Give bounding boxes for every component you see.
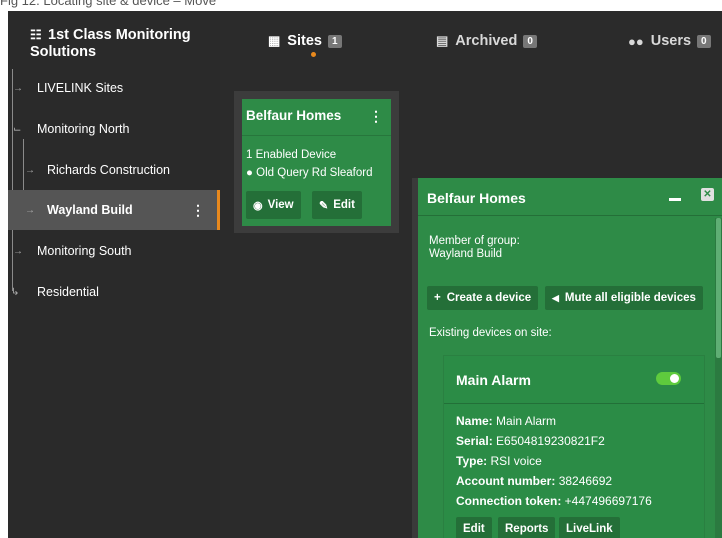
device-field-account: Account number: 38246692: [456, 474, 613, 488]
building-icon: ▦: [268, 33, 281, 48]
device-header: Main Alarm: [444, 356, 704, 404]
toggle-knob: [670, 374, 679, 383]
users-icon: ●●: [628, 33, 644, 49]
sidebar-item-monitoring-south[interactable]: → Monitoring South: [8, 231, 220, 271]
edit-icon: ✎: [319, 199, 329, 212]
kebab-menu-icon[interactable]: ⋮: [191, 202, 205, 219]
mute-icon: ◀: [552, 292, 559, 303]
tab-label: Archived: [455, 33, 518, 49]
app-window: ☷ 1st Class Monitoring Solutions → LIVELI…: [8, 11, 722, 538]
device-enabled-toggle[interactable]: [656, 372, 681, 385]
active-tab-indicator: [311, 52, 316, 57]
edit-button[interactable]: ✎ Edit: [312, 191, 362, 219]
device-reports-button[interactable]: Reports: [498, 517, 556, 538]
device-field-serial: Serial: E6504819230821F2: [456, 434, 605, 448]
sidebar-item-wayland-build[interactable]: → Wayland Build ⋮: [8, 190, 220, 230]
org-title: ☷ 1st Class Monitoring Solutions: [30, 26, 216, 61]
site-address: ● Old Query Rd Sleaford: [246, 167, 373, 179]
mute-all-button[interactable]: ◀ Mute all eligible devices: [545, 286, 703, 310]
kebab-menu-icon[interactable]: ⋮: [369, 108, 383, 125]
sidebar-item-monitoring-north[interactable]: ⌙ Monitoring North: [8, 109, 220, 149]
device-field-name: Name: Main Alarm: [456, 414, 557, 428]
site-card-body[interactable]: Belfaur Homes ⋮ 1 Enabled Device ● Old Q…: [242, 99, 391, 226]
device-count: 1 Enabled Device: [246, 149, 337, 161]
site-card: Belfaur Homes ⋮ 1 Enabled Device ● Old Q…: [234, 91, 399, 233]
tree-branch-icon: ⌙: [13, 123, 22, 135]
tab-users[interactable]: ●● Users 0: [628, 33, 711, 49]
tree-arrow-icon: →: [25, 164, 35, 176]
scrollbar-thumb[interactable]: [716, 218, 721, 358]
figure-caption: Fig 12. Locating site & device – Move: [0, 0, 217, 8]
count-badge: 0: [697, 34, 711, 48]
panel-header: Belfaur Homes ✕: [418, 178, 722, 216]
sidebar-item-livelink-sites[interactable]: → LIVELINK Sites: [8, 68, 220, 108]
device-livelink-button[interactable]: LiveLink: [559, 517, 620, 538]
sidebar-item-richards-construction[interactable]: → Richards Construction: [8, 150, 220, 190]
sidebar-item-label: Richards Construction: [47, 163, 170, 177]
tab-sites[interactable]: ▦ Sites 1: [268, 33, 342, 49]
tab-archived[interactable]: ▤ Archived 0: [436, 33, 537, 49]
plus-icon: +: [434, 292, 441, 304]
member-value: Wayland Build: [429, 248, 503, 260]
tree-arrow-icon: →: [13, 245, 23, 257]
existing-devices-label: Existing devices on site:: [429, 327, 552, 339]
panel-title: Belfaur Homes: [427, 190, 526, 206]
sidebar: ☷ 1st Class Monitoring Solutions → LIVELI…: [8, 11, 220, 538]
org-name: 1st Class Monitoring Solutions: [30, 27, 191, 60]
count-badge: 1: [327, 34, 342, 48]
location-pin-icon: ●: [246, 167, 253, 179]
count-badge: 0: [523, 34, 537, 48]
tree-arrow-icon: →: [25, 204, 35, 216]
device-field-type: Type: RSI voice: [456, 454, 542, 468]
divider: [242, 135, 391, 136]
tree-arrow-icon: ↳: [11, 286, 20, 298]
sidebar-item-label: Wayland Build: [47, 203, 133, 217]
archive-icon: ▤: [436, 33, 449, 48]
member-label: Member of group:: [429, 235, 520, 247]
site-title: Belfaur Homes: [246, 108, 342, 123]
sidebar-item-label: LIVELINK Sites: [37, 81, 124, 95]
view-button[interactable]: ◉ View: [246, 191, 301, 219]
tree-arrow-icon: →: [13, 82, 23, 94]
tab-bar: ▦ Sites 1 ▤ Archived 0 ●● Users 0: [220, 11, 722, 67]
device-card: Main Alarm Name: Main Alarm Serial: E650…: [444, 356, 704, 538]
sidebar-item-label: Monitoring South: [37, 244, 132, 258]
sidebar-item-label: Residential: [37, 285, 99, 299]
sidebar-item-residential[interactable]: ↳ Residential: [8, 272, 220, 312]
close-icon[interactable]: ✕: [701, 188, 714, 201]
tab-label: Sites: [287, 33, 322, 49]
site-detail-panel: Belfaur Homes ✕ Member of group: Wayland…: [412, 178, 722, 538]
minimize-icon[interactable]: [669, 198, 681, 201]
panel-body: Belfaur Homes ✕ Member of group: Wayland…: [418, 178, 722, 538]
eye-icon: ◉: [253, 199, 263, 212]
device-name: Main Alarm: [456, 372, 531, 388]
device-field-token: Connection token: +447496697176: [456, 494, 652, 508]
org-tree-icon: ☷: [30, 27, 42, 42]
create-device-button[interactable]: + Create a device: [427, 286, 539, 310]
device-edit-button[interactable]: Edit: [456, 517, 492, 538]
tab-label: Users: [650, 33, 692, 49]
sidebar-item-label: Monitoring North: [37, 122, 130, 136]
